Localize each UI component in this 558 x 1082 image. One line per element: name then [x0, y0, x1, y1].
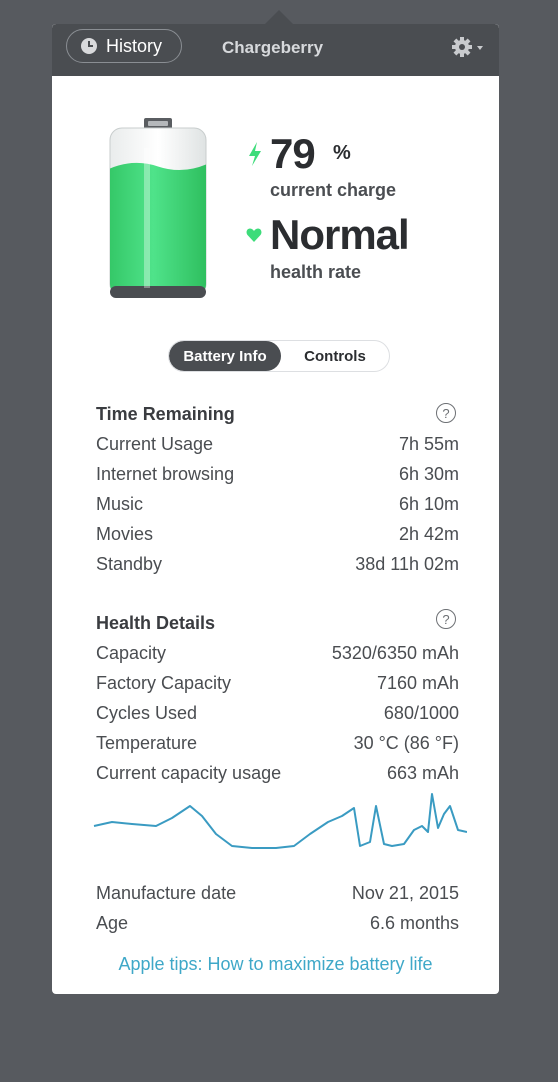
popover-arrow — [265, 10, 293, 24]
clock-icon — [81, 38, 97, 54]
row-value: 680/1000 — [383, 703, 459, 723]
table-row: Factory Capacity 7160 mAh — [96, 673, 459, 697]
row-value: 6.6 months — [369, 913, 459, 933]
table-row: Music 6h 10m — [96, 494, 459, 518]
table-row: Current Usage 7h 55m — [96, 434, 459, 458]
view-switcher: Battery Info Controls — [168, 340, 390, 372]
row-label: Standby — [96, 554, 163, 574]
row-label: Factory Capacity — [96, 673, 232, 693]
gear-icon[interactable] — [450, 35, 486, 61]
capacity-usage-sparkline — [93, 793, 467, 849]
history-button[interactable]: History — [66, 29, 182, 63]
row-value: 6h 10m — [398, 494, 459, 514]
row-label: Age — [96, 913, 129, 933]
table-row: Manufacture date Nov 21, 2015 — [96, 883, 459, 907]
battery-level-fill — [110, 162, 206, 292]
battery-summary: 79 % current charge Normal health rate — [52, 76, 499, 316]
row-value: 2h 42m — [398, 524, 459, 544]
row-value: 6h 30m — [398, 464, 459, 484]
row-label: Capacity — [96, 643, 167, 663]
tab-battery-info[interactable]: Battery Info — [169, 341, 281, 371]
heart-icon — [246, 228, 262, 242]
chevron-down-icon — [477, 46, 483, 50]
row-label: Cycles Used — [96, 703, 198, 723]
lightning-icon — [249, 142, 261, 166]
health-status: Normal — [270, 211, 410, 258]
time-remaining-help-icon[interactable]: ? — [436, 403, 456, 423]
row-value: Nov 21, 2015 — [351, 883, 459, 903]
battery-illustration — [109, 118, 207, 298]
row-value: 38d 11h 02m — [355, 554, 459, 574]
table-row: Cycles Used 680/1000 — [96, 703, 459, 727]
health-details-help-icon[interactable]: ? — [436, 609, 456, 629]
table-row: Age 6.6 months — [96, 913, 459, 937]
row-label: Temperature — [96, 733, 198, 753]
table-row: Capacity 5320/6350 mAh — [96, 643, 459, 667]
time-remaining-title: Time Remaining — [96, 404, 235, 424]
app-title: Chargeberry — [222, 38, 324, 57]
row-label: Current Usage — [96, 434, 214, 454]
row-label: Music — [96, 494, 144, 514]
row-value: 30 °C (86 °F) — [353, 733, 459, 753]
table-row: Movies 2h 42m — [96, 524, 459, 548]
table-row: Standby 38d 11h 02m — [96, 554, 459, 578]
health-label: health rate — [270, 262, 362, 282]
table-row: Internet browsing 6h 30m — [96, 464, 459, 488]
row-value: 5320/6350 mAh — [331, 643, 459, 663]
row-label: Manufacture date — [96, 883, 237, 903]
charge-percent-sign: % — [333, 142, 351, 164]
header-bar: History Chargeberry — [52, 24, 499, 76]
history-label: History — [106, 35, 163, 56]
table-row: Temperature 30 °C (86 °F) — [96, 733, 459, 757]
health-details-title: Health Details — [96, 613, 216, 633]
chargeberry-popover: History Chargeberry 79 % current charge … — [52, 24, 499, 994]
row-value: 7160 mAh — [376, 673, 459, 693]
battery-tips-link[interactable]: Apple tips: How to maximize battery life — [52, 954, 499, 975]
row-label: Movies — [96, 524, 154, 544]
charge-label: current charge — [270, 180, 397, 200]
row-value: 7h 55m — [398, 434, 459, 454]
row-label: Internet browsing — [96, 464, 235, 484]
charge-percentage: 79 — [270, 130, 316, 177]
tab-controls[interactable]: Controls — [281, 341, 389, 371]
